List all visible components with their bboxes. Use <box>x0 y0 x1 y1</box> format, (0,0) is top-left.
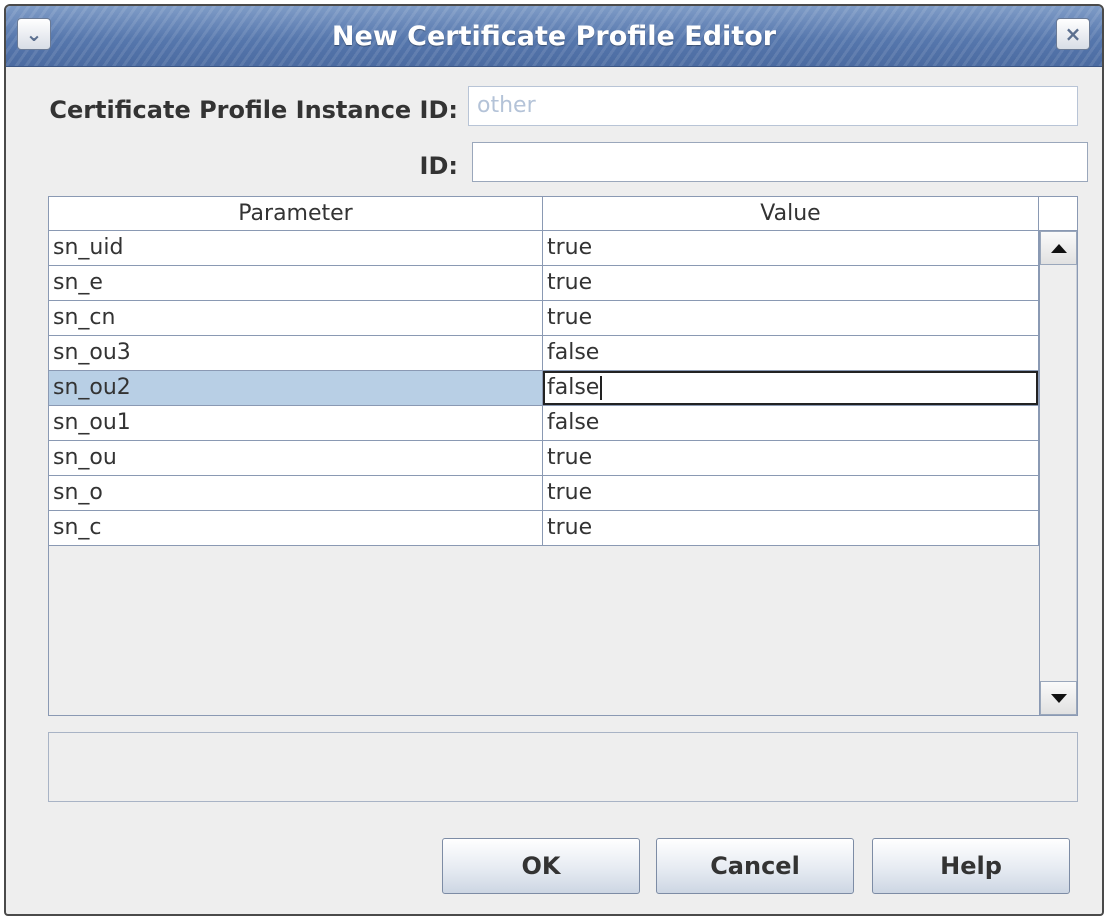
parameter-cell[interactable]: sn_ou <box>49 441 543 476</box>
value-cell[interactable]: true <box>543 301 1039 336</box>
close-icon: × <box>1064 22 1082 46</box>
status-panel <box>48 732 1078 802</box>
table-body: sn_uid true sn_e true sn_cn true sn_ou3 … <box>49 231 1039 546</box>
title-bar[interactable]: ⌄ New Certificate Profile Editor × <box>6 6 1102 67</box>
table-header: Parameter Value <box>49 197 1039 231</box>
cell-edit-input[interactable]: false <box>543 371 1038 405</box>
table-row[interactable]: sn_ou true <box>49 441 1039 476</box>
table-row-selected[interactable]: sn_ou2 false <box>49 371 1039 406</box>
arrow-down-icon <box>1050 693 1067 703</box>
parameter-cell[interactable]: sn_ou3 <box>49 336 543 371</box>
parameter-cell[interactable]: sn_c <box>49 511 543 546</box>
value-cell[interactable]: true <box>543 266 1039 301</box>
arrow-up-icon <box>1050 243 1067 253</box>
parameter-cell[interactable]: sn_cn <box>49 301 543 336</box>
scroll-down-button[interactable] <box>1040 681 1077 715</box>
parameter-table: Parameter Value sn_uid true sn_e true sn… <box>48 196 1078 716</box>
ok-button[interactable]: OK <box>442 838 640 894</box>
table-row[interactable]: sn_e true <box>49 266 1039 301</box>
table-header-corner <box>1039 197 1077 231</box>
parameter-cell[interactable]: sn_ou1 <box>49 406 543 441</box>
instance-id-field: other <box>468 86 1078 126</box>
value-cell[interactable]: false <box>543 336 1039 371</box>
close-button[interactable]: × <box>1056 18 1090 50</box>
parameter-cell[interactable]: sn_o <box>49 476 543 511</box>
parameter-cell[interactable]: sn_e <box>49 266 543 301</box>
instance-id-label: Certificate Profile Instance ID: <box>49 96 458 124</box>
cancel-button[interactable]: Cancel <box>656 838 854 894</box>
scrollbar-track[interactable] <box>1040 265 1077 681</box>
table-row[interactable]: sn_o true <box>49 476 1039 511</box>
value-cell[interactable]: true <box>543 441 1039 476</box>
column-header-value[interactable]: Value <box>543 197 1039 231</box>
vertical-scrollbar[interactable] <box>1039 231 1077 715</box>
value-cell[interactable]: false <box>543 406 1039 441</box>
table-row[interactable]: sn_c true <box>49 511 1039 546</box>
table-row[interactable]: sn_cn true <box>49 301 1039 336</box>
table-row[interactable]: sn_ou1 false <box>49 406 1039 441</box>
parameter-cell[interactable]: sn_uid <box>49 231 543 266</box>
value-cell[interactable]: true <box>543 231 1039 266</box>
text-caret <box>600 376 603 400</box>
value-cell-editor[interactable]: false <box>543 371 1039 406</box>
value-cell[interactable]: true <box>543 476 1039 511</box>
table-row[interactable]: sn_uid true <box>49 231 1039 266</box>
profile-editor-dialog: ⌄ New Certificate Profile Editor × Certi… <box>4 4 1104 916</box>
scroll-up-button[interactable] <box>1040 231 1077 265</box>
column-header-parameter[interactable]: Parameter <box>49 197 543 231</box>
id-label: ID: <box>419 152 458 180</box>
value-cell[interactable]: true <box>543 511 1039 546</box>
id-field[interactable] <box>472 142 1088 182</box>
parameter-cell[interactable]: sn_ou2 <box>49 371 543 406</box>
cell-edit-text: false <box>547 375 600 400</box>
window-title: New Certificate Profile Editor <box>331 21 777 52</box>
help-button[interactable]: Help <box>872 838 1070 894</box>
table-row[interactable]: sn_ou3 false <box>49 336 1039 371</box>
